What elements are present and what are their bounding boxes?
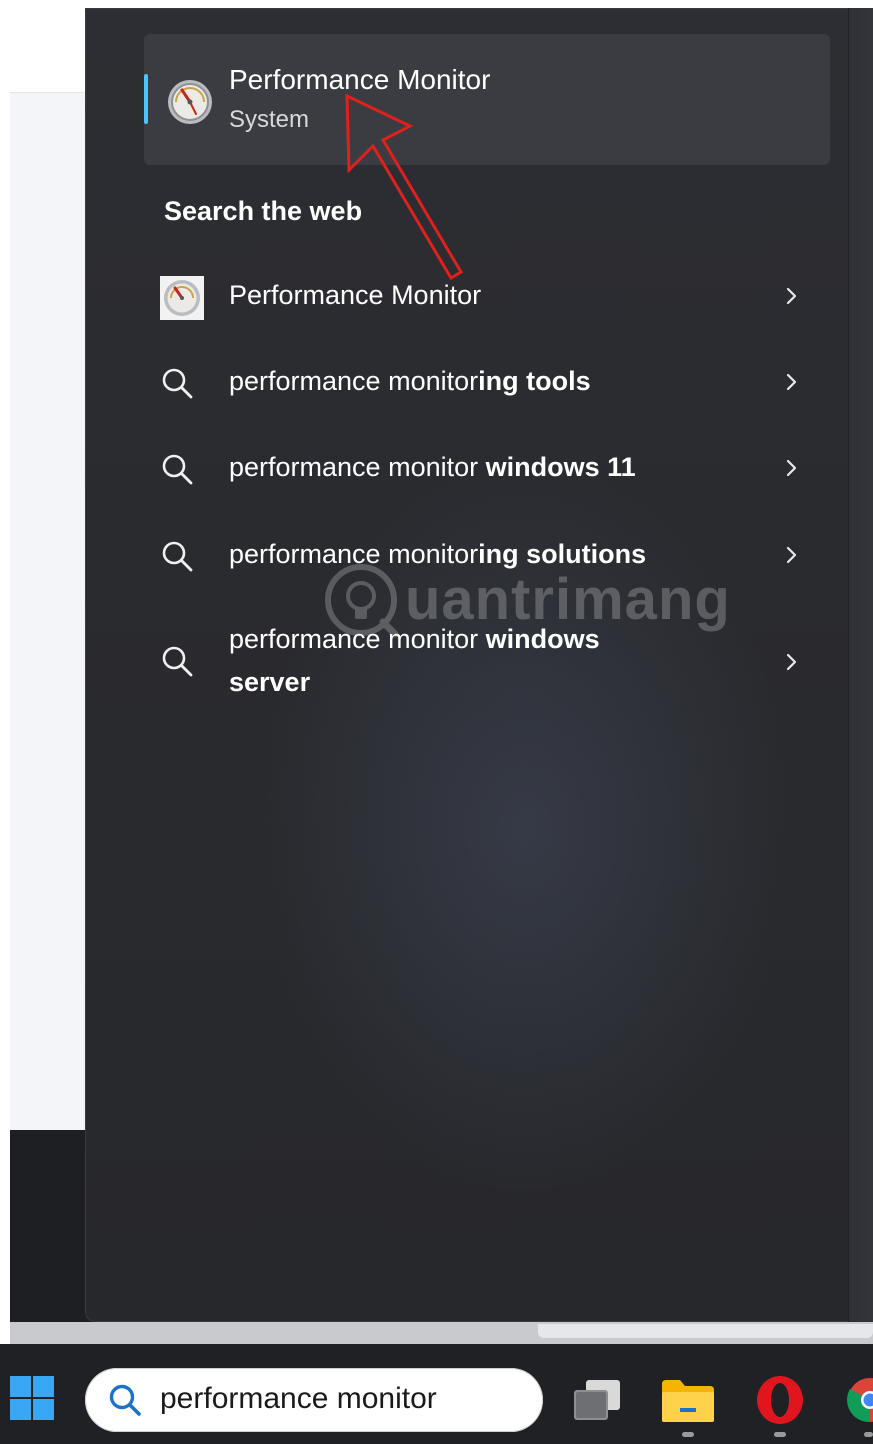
background-scrollbar-thumb [538,1324,873,1338]
performance-monitor-gauge-icon [160,276,204,320]
web-result-item[interactable]: performance monitoring tools [160,360,800,404]
start-icon[interactable] [8,1374,56,1422]
search-the-web-heading: Search the web [164,196,363,226]
performance-monitor-gauge-icon [168,80,212,124]
file-explorer-icon[interactable] [660,1378,716,1424]
web-result-label: performance monitoring solutions [229,539,647,569]
task-view-icon[interactable] [570,1376,624,1424]
web-result-item[interactable]: performance monitor windows server [160,618,800,706]
best-match-result[interactable]: Performance Monitor System [144,34,830,165]
web-result-item[interactable]: performance monitor windows 11 [160,446,800,490]
search-icon [162,646,193,677]
web-result-label: performance monitor windows 11 [229,452,636,482]
search-icon [162,541,193,572]
chevron-right-icon [786,287,797,305]
search-icon [162,368,193,399]
flyout-side-panel [848,8,873,1322]
web-result-item[interactable]: performance monitoring solutions [160,533,800,577]
selection-indicator [144,74,148,124]
chevron-right-icon [786,653,797,671]
web-result-label: performance monitoring tools [229,366,591,396]
running-indicator [774,1432,786,1437]
best-match-subtitle: System [229,106,310,133]
search-results-flyout: Performance Monitor System Search the we… [85,8,873,1322]
chrome-browser-icon[interactable] [846,1376,873,1424]
running-indicator [864,1432,873,1437]
chevron-right-icon [786,373,797,391]
web-result-item[interactable]: Performance Monitor [160,274,800,320]
annotation-arrow-icon [345,93,464,281]
web-result-label: performance monitor windows server [229,624,600,697]
chevron-right-icon [786,459,797,477]
search-icon [109,1384,141,1416]
opera-browser-icon[interactable] [754,1374,806,1426]
search-icon [162,454,193,485]
running-indicator [682,1432,694,1437]
search-input[interactable] [160,1378,520,1420]
chevron-right-icon [786,546,797,564]
taskbar-search-box[interactable] [85,1368,543,1432]
